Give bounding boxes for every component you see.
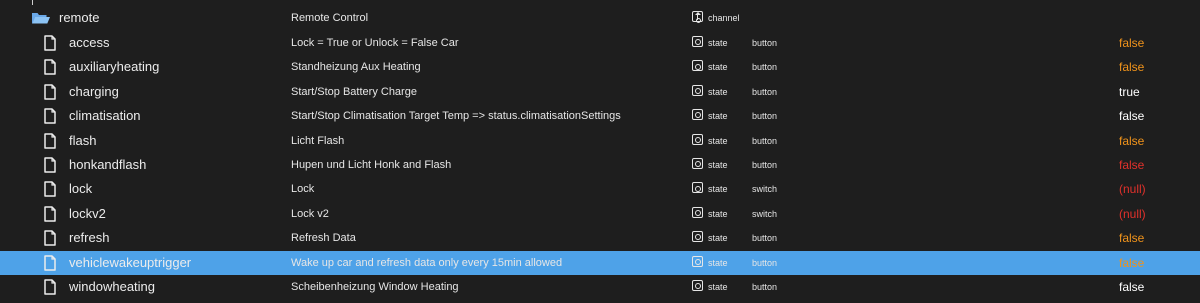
state-value[interactable]: false: [1119, 226, 1144, 250]
state-role: switch: [752, 184, 778, 195]
state-role: button: [752, 257, 778, 268]
state-role: button: [752, 86, 778, 97]
file-icon: [44, 157, 56, 178]
file-icon: [44, 59, 56, 80]
state-role: button: [752, 135, 778, 146]
folder-type-label: channel: [708, 13, 740, 23]
state-icon: [692, 60, 703, 72]
state-icon: [692, 36, 703, 47]
tree-row-charging[interactable]: charging Start/Stop Battery Charge state…: [0, 80, 1200, 104]
file-icon: [44, 181, 56, 202]
state-type-label: state: [708, 160, 728, 170]
tree-row-refresh[interactable]: refresh Refresh Data state button false: [0, 226, 1200, 250]
tree-row-lock[interactable]: lock Lock state switch (null): [0, 177, 1200, 201]
state-description: Refresh Data: [291, 232, 356, 245]
state-value[interactable]: (null): [1119, 177, 1146, 201]
file-icon: [44, 35, 56, 56]
state-description: Lock = True or Unlock = False Car: [291, 37, 459, 49]
state-icon: [692, 133, 703, 145]
state-type-label: state: [708, 86, 728, 97]
state-name[interactable]: windowheating: [69, 275, 155, 299]
state-type-label: state: [708, 282, 728, 292]
state-value[interactable]: false: [1119, 129, 1144, 153]
state-value[interactable]: true: [1119, 80, 1140, 104]
tree-connector-line: [32, 0, 33, 5]
state-name[interactable]: lockv2: [69, 202, 106, 226]
state-name[interactable]: flash: [69, 129, 96, 153]
state-name[interactable]: lock: [69, 177, 92, 201]
file-icon: [44, 230, 56, 251]
state-description: Lock v2: [291, 207, 329, 220]
tree-row-lockv2[interactable]: lockv2 Lock v2 state switch (null): [0, 202, 1200, 226]
state-value[interactable]: false: [1119, 31, 1144, 55]
state-description: Start/Stop Battery Charge: [291, 85, 417, 98]
state-description: Start/Stop Climatisation Target Temp => …: [291, 110, 621, 123]
state-description: Hupen und Licht Honk and Flash: [291, 159, 452, 171]
state-type-label: state: [708, 135, 728, 146]
state-name[interactable]: access: [69, 31, 109, 55]
state-name[interactable]: climatisation: [69, 104, 141, 128]
state-name[interactable]: refresh: [69, 226, 109, 250]
tree-row-folder[interactable]: remote Remote Control channel: [0, 6, 1200, 30]
tree-row-auxiliaryheating[interactable]: auxiliaryheating Standheizung Aux Heatin…: [0, 55, 1200, 79]
tree-row-access[interactable]: access Lock = True or Unlock = False Car…: [0, 31, 1200, 55]
state-name[interactable]: charging: [69, 80, 119, 104]
object-tree: remote Remote Control channel access Loc…: [0, 0, 1200, 303]
state-description: Lock: [291, 183, 315, 196]
state-type-label: state: [708, 208, 728, 219]
state-value[interactable]: false: [1119, 251, 1144, 275]
tree-row-vehiclewakeuptrigger[interactable]: vehiclewakeuptrigger Wake up car and ref…: [0, 250, 1200, 276]
state-icon: [692, 84, 703, 96]
state-type-label: state: [708, 111, 728, 122]
state-icon: [692, 182, 703, 194]
tree-row-climatisation[interactable]: climatisation Start/Stop Climatisation T…: [0, 104, 1200, 128]
state-role: button: [752, 282, 778, 292]
state-icon: [692, 158, 703, 169]
state-type-label: state: [708, 184, 728, 195]
state-icon: [692, 255, 703, 267]
state-value[interactable]: false: [1119, 153, 1144, 177]
state-description: Scheibenheizung Window Heating: [291, 281, 459, 293]
file-icon: [44, 108, 56, 129]
state-role: button: [752, 233, 778, 244]
state-value[interactable]: false: [1119, 104, 1144, 128]
state-value[interactable]: false: [1119, 55, 1144, 79]
state-role: button: [752, 111, 778, 122]
state-description: Standheizung Aux Heating: [291, 61, 421, 74]
state-description: Wake up car and refresh data only every …: [291, 256, 563, 269]
state-role: button: [752, 62, 778, 73]
state-role: button: [752, 160, 778, 170]
channel-icon: [692, 11, 703, 23]
file-icon: [44, 84, 56, 105]
state-role: switch: [752, 208, 778, 219]
state-value[interactable]: false: [1119, 275, 1144, 299]
state-description: Licht Flash: [291, 134, 345, 147]
tree-row-windowheating[interactable]: windowheating Scheibenheizung Window Hea…: [0, 275, 1200, 299]
file-icon: [44, 132, 56, 154]
state-name[interactable]: auxiliaryheating: [69, 55, 159, 79]
tree-row-honkandflash[interactable]: honkandflash Hupen und Licht Honk and Fl…: [0, 153, 1200, 177]
state-type-label: state: [708, 62, 728, 73]
state-icon: [692, 231, 703, 243]
file-icon: [44, 279, 56, 300]
state-value[interactable]: (null): [1119, 202, 1146, 226]
folder-open-icon[interactable]: [31, 11, 51, 30]
folder-description: Remote Control: [291, 12, 369, 24]
file-icon: [44, 254, 56, 276]
state-type-label: state: [708, 233, 728, 244]
file-icon: [44, 206, 56, 227]
state-role: button: [752, 38, 778, 48]
state-type-label: state: [708, 257, 728, 268]
state-icon: [692, 280, 703, 291]
folder-name[interactable]: remote: [59, 6, 99, 30]
state-icon: [692, 109, 703, 121]
state-name[interactable]: vehiclewakeuptrigger: [69, 251, 191, 275]
state-type-label: state: [708, 38, 728, 48]
state-icon: [692, 206, 703, 218]
tree-row-flash[interactable]: flash Licht Flash state button false: [0, 129, 1200, 153]
state-name[interactable]: honkandflash: [69, 153, 146, 177]
